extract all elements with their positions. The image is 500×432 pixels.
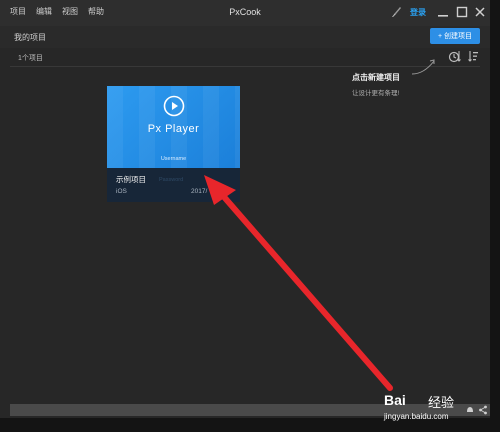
project-card-info: Password 示例项目 iOS 2017/ — [107, 168, 240, 202]
pxcook-window: 项目 编辑 视图 帮助 PxCook 登录 我的项目 + 创建项目 1个项目 点… — [0, 0, 490, 418]
project-thumbnail: Px Player Username — [107, 86, 240, 168]
play-icon — [163, 95, 185, 117]
hint-subtitle: 让设计更有条理! — [352, 90, 400, 97]
my-projects-label: 我的项目 — [14, 33, 46, 42]
close-icon[interactable] — [474, 5, 486, 19]
project-card[interactable]: Px Player Username Password 示例项目 iOS 201… — [107, 86, 240, 202]
project-platform: iOS — [116, 188, 127, 195]
project-toolbar: 我的项目 + 创建项目 — [0, 26, 490, 48]
new-project-button[interactable]: + 创建项目 — [430, 28, 480, 44]
minimize-icon[interactable] — [437, 5, 449, 19]
login-link[interactable]: 登录 — [410, 7, 426, 18]
brush-icon[interactable] — [390, 6, 402, 18]
watermark-url: jingyan.baidu.com — [384, 412, 449, 421]
thumbnail-username: Username — [160, 156, 187, 162]
hint-curved-arrow-icon — [411, 59, 435, 75]
sort-time-icon[interactable] — [448, 48, 462, 64]
watermark-logo: Bai — [384, 392, 406, 408]
hint-title: 点击新建项目 — [352, 73, 400, 82]
maximize-icon[interactable] — [456, 5, 468, 19]
project-date: 2017/ — [191, 188, 208, 195]
bell-icon[interactable] — [465, 404, 475, 416]
watermark-text: 经验 — [428, 395, 455, 410]
title-bar: 项目 编辑 视图 帮助 PxCook 登录 — [0, 0, 490, 26]
sort-name-icon[interactable] — [466, 48, 480, 64]
share-icon[interactable] — [478, 404, 488, 416]
project-count: 1个项目 — [18, 55, 43, 62]
project-name: 示例项目 — [116, 175, 146, 184]
card-ghost-text: Password — [159, 177, 184, 183]
thumbnail-brand: Px Player — [147, 123, 200, 135]
